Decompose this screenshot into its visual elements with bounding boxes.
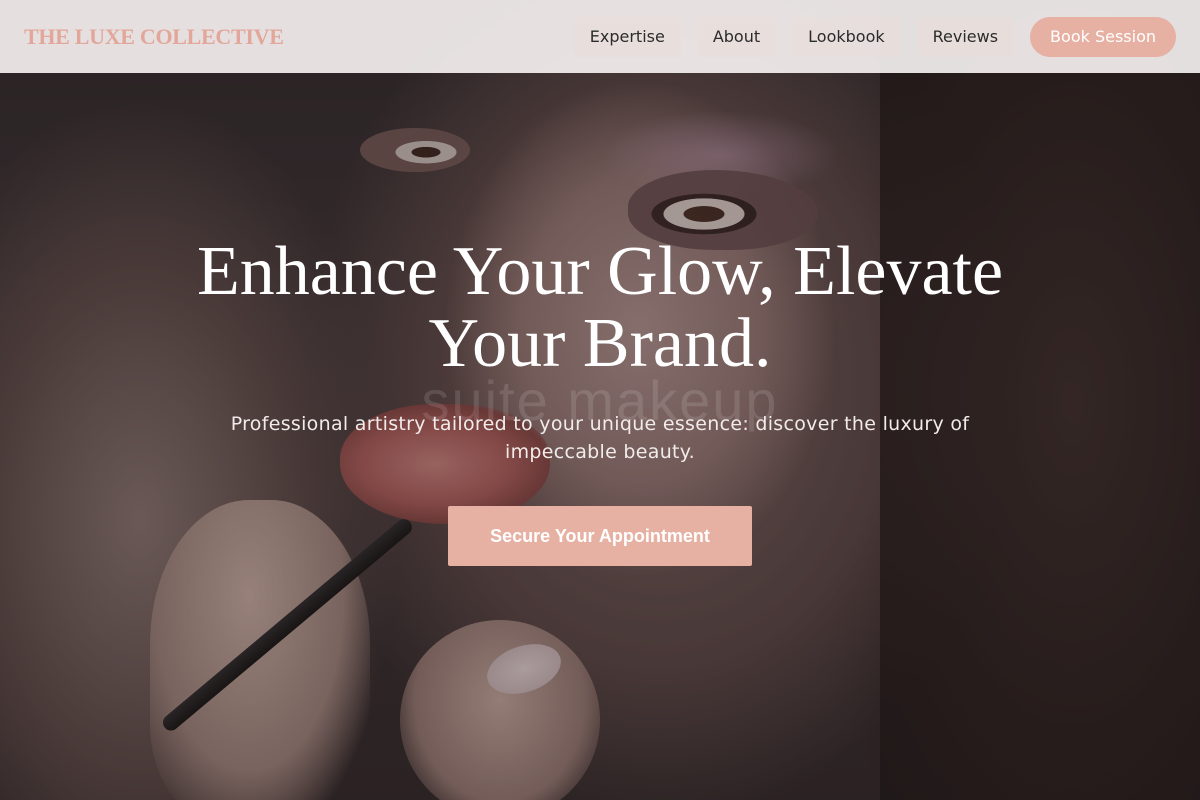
brand-logo[interactable]: THE LUXE COLLECTIVE: [24, 24, 284, 50]
book-session-button[interactable]: Book Session: [1030, 16, 1176, 57]
nav-item-lookbook[interactable]: Lookbook: [792, 16, 901, 57]
main-nav: Expertise About Lookbook Reviews Book Se…: [573, 16, 1176, 57]
nav-item-reviews[interactable]: Reviews: [916, 16, 1015, 57]
hero-subline: Professional artistry tailored to your u…: [230, 413, 970, 463]
hero-content: Enhance Your Glow, Elevate Your Brand. P…: [0, 236, 1200, 566]
hero-headline: Enhance Your Glow, Elevate Your Brand.: [196, 233, 1004, 382]
site-header: THE LUXE COLLECTIVE Expertise About Look…: [0, 0, 1200, 73]
secure-appointment-button[interactable]: Secure Your Appointment: [448, 506, 752, 566]
nav-item-about[interactable]: About: [696, 16, 777, 57]
nav-item-expertise[interactable]: Expertise: [573, 16, 681, 57]
